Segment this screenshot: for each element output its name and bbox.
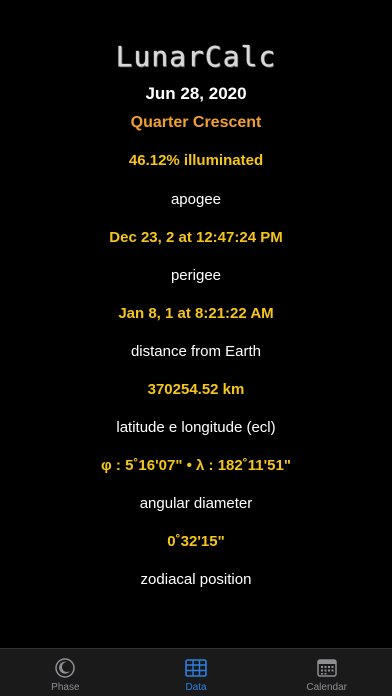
angular-diameter-label: angular diameter — [139, 495, 253, 512]
calendar-icon — [316, 657, 338, 679]
moon-icon — [54, 657, 76, 679]
table-icon — [184, 657, 208, 679]
perigee-value: Jan 8, 1 at 8:21:22 AM — [118, 305, 274, 322]
zodiacal-position-label: zodiacal position — [140, 571, 252, 588]
tab-data[interactable]: Data — [131, 649, 262, 696]
date-label: Jun 28, 2020 — [145, 84, 247, 103]
distance-label: distance from Earth — [130, 343, 262, 360]
lat-long-value: φ : 5˚16'07" • λ : 182˚11'51" — [101, 457, 291, 474]
tab-phase[interactable]: Phase — [0, 649, 131, 696]
apogee-label: apogee — [170, 191, 222, 208]
tab-bar: Phase Data Calendar — [0, 648, 392, 696]
tab-data-label: Data — [185, 682, 207, 693]
tab-calendar-label: Calendar — [306, 682, 347, 693]
illumination-value: 46.12% illuminated — [128, 152, 264, 169]
lat-long-label: latitude e longitude (ecl) — [116, 419, 276, 436]
phase-name: Quarter Crescent — [130, 114, 262, 131]
distance-value: 370254.52 km — [147, 381, 245, 398]
app-title: LunarCalc — [115, 40, 277, 73]
data-screen: LunarCalc Jun 28, 2020 Quarter Crescent … — [0, 0, 392, 696]
angular-diameter-value: 0˚32'15" — [167, 533, 225, 550]
tab-calendar[interactable]: Calendar — [261, 649, 392, 696]
tab-phase-label: Phase — [51, 682, 80, 693]
apogee-value: Dec 23, 2 at 12:47:24 PM — [109, 229, 283, 246]
perigee-label: perigee — [170, 267, 222, 284]
